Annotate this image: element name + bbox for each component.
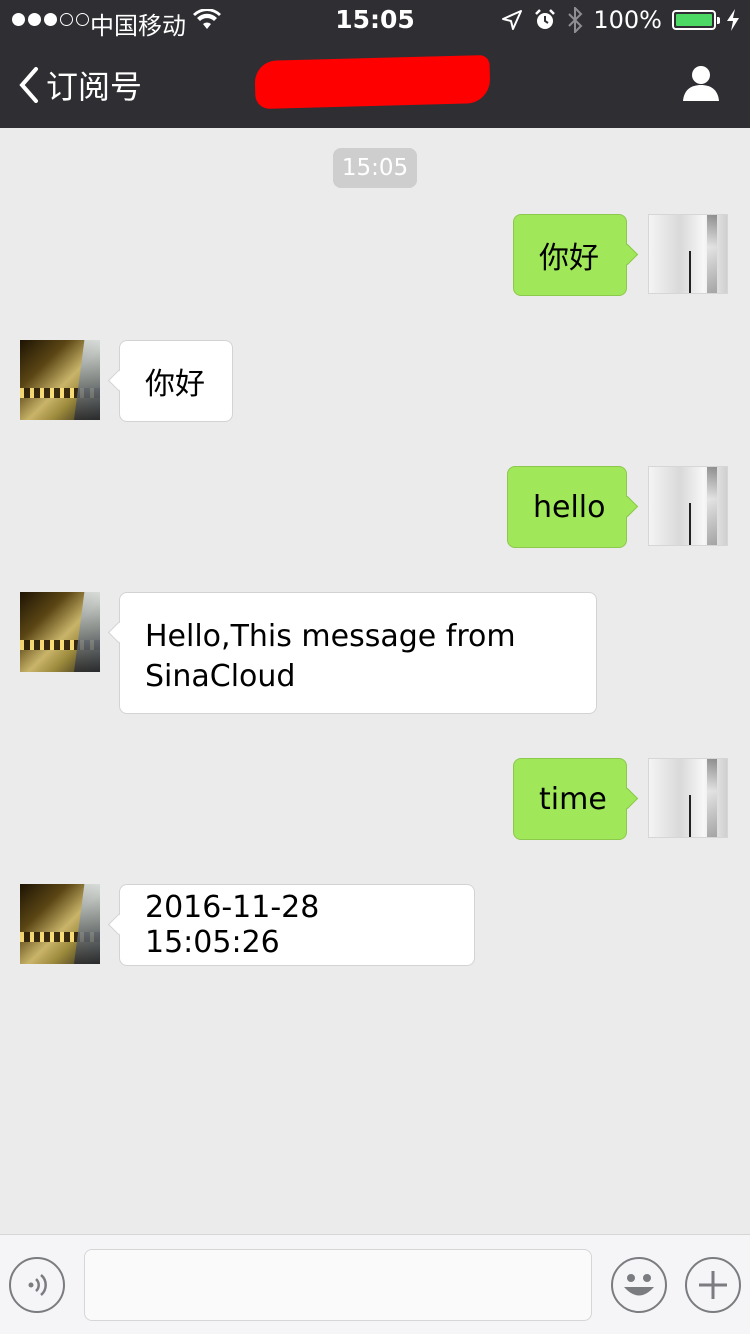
battery-icon: [672, 10, 720, 30]
bluetooth-icon: [568, 7, 583, 33]
my-avatar[interactable]: [648, 466, 728, 546]
redacted-title: [254, 54, 491, 110]
emoji-button[interactable]: [611, 1257, 667, 1313]
plus-icon: [699, 1271, 727, 1299]
my-message-bubble[interactable]: 你好: [513, 214, 627, 296]
alarm-icon: [535, 9, 556, 29]
reply-message-bubble[interactable]: 你好: [119, 340, 233, 422]
more-button[interactable]: [685, 1257, 741, 1313]
top-bar: 中国移动 15:05 100% 订阅号: [0, 0, 750, 128]
my-avatar[interactable]: [648, 214, 728, 294]
account-avatar[interactable]: [20, 884, 100, 964]
navigation-bar: 订阅号: [0, 40, 750, 128]
emoji-icon: [624, 1274, 654, 1296]
location-arrow-icon: [502, 10, 523, 30]
my-message-bubble[interactable]: time: [513, 758, 627, 840]
back-chevron-icon: [19, 67, 38, 103]
reply-message-bubble[interactable]: 2016-11-28 15:05:26: [119, 884, 475, 966]
voice-button[interactable]: [9, 1257, 65, 1313]
chat-timestamp: 15:05: [333, 148, 417, 188]
status-right: 100%: [501, 6, 740, 34]
back-label: 订阅号: [46, 68, 143, 106]
my-message-bubble[interactable]: hello: [507, 466, 627, 548]
status-bar: 中国移动 15:05 100%: [0, 0, 750, 40]
person-icon[interactable]: [682, 64, 720, 102]
voice-icon: [28, 1274, 47, 1296]
message-input[interactable]: [84, 1249, 592, 1321]
battery-percent: 100%: [593, 6, 662, 34]
reply-message-bubble[interactable]: Hello,This message from SinaCloud: [119, 592, 597, 714]
charging-bolt-icon: [727, 9, 739, 31]
back-button[interactable]: 订阅号: [18, 62, 142, 108]
my-avatar[interactable]: [648, 758, 728, 838]
input-bar: [0, 1234, 750, 1334]
account-avatar[interactable]: [20, 592, 100, 672]
account-avatar[interactable]: [20, 340, 100, 420]
